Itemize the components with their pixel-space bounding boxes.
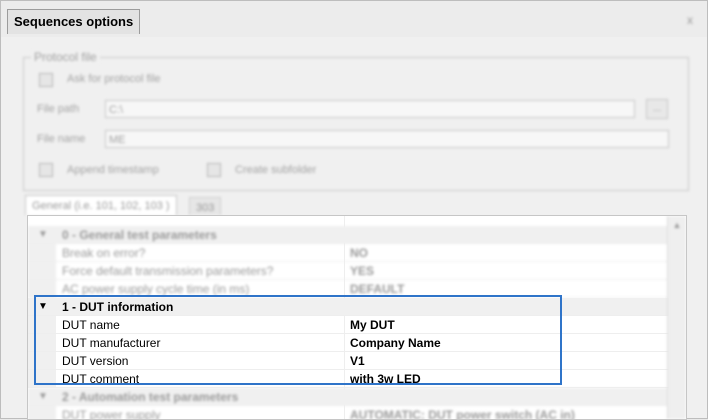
title-bar: Sequences options x [1, 1, 707, 37]
sequences-options-window: Sequences options x Protocol file Ask fo… [0, 0, 708, 420]
row-gutter [28, 316, 56, 333]
tab-303[interactable]: 303 [189, 197, 222, 215]
property-name: DUT power supply [62, 408, 161, 420]
create-subfolder-checkbox[interactable] [207, 163, 221, 177]
property-value[interactable]: AUTOMATIC: DUT power switch (AC in) [350, 406, 575, 419]
row-gutter [28, 406, 56, 419]
file-name-label: File name [37, 133, 86, 145]
property-row-dut-version[interactable]: DUT version V1 [28, 352, 669, 370]
file-path-label: File path [37, 103, 80, 115]
property-name: DUT version [62, 354, 129, 368]
vertical-scrollbar[interactable]: ▲ [667, 216, 686, 419]
scroll-up-arrow-icon[interactable]: ▲ [668, 218, 686, 232]
file-name-input[interactable]: ME [105, 130, 669, 148]
property-name: DUT manufacturer [62, 336, 161, 350]
file-path-input[interactable]: C:\ [105, 100, 635, 118]
property-row-dut-comment[interactable]: DUT comment with 3w LED [28, 370, 669, 388]
append-timestamp-label: Append timestamp [67, 164, 159, 176]
property-value[interactable]: YES [350, 262, 374, 280]
property-name: DUT comment [62, 372, 140, 386]
category-row-automation-test-parameters[interactable]: ▼ 2 - Automation test parameters [28, 388, 669, 406]
row-gutter [28, 370, 56, 387]
property-row[interactable]: Break on error? NO [28, 244, 669, 262]
row-gutter [28, 280, 56, 297]
chevron-down-icon[interactable]: ▼ [38, 298, 48, 316]
property-value[interactable]: DEFAULT [350, 280, 404, 298]
property-row[interactable]: Force default transmission parameters? Y… [28, 262, 669, 280]
property-row-dut-name[interactable]: DUT name My DUT [28, 316, 669, 334]
property-grid: ▼ 0 - General test parameters Break on e… [27, 215, 687, 420]
category-row-general-test-parameters[interactable]: ▼ 0 - General test parameters [28, 226, 669, 244]
row-gutter [28, 352, 56, 369]
ask-protocol-file-label: Ask for protocol file [67, 73, 161, 85]
property-row-dut-manufacturer[interactable]: DUT manufacturer Company Name [28, 334, 669, 352]
property-name: AC power supply cycle time (in ms) [62, 282, 250, 296]
create-subfolder-label: Create subfolder [235, 164, 317, 176]
ask-protocol-file-checkbox[interactable] [39, 73, 53, 87]
property-name: DUT name [62, 318, 120, 332]
property-value[interactable]: My DUT [350, 316, 395, 334]
property-name: Break on error? [62, 246, 146, 260]
protocol-file-legend: Protocol file [31, 50, 100, 64]
tab-general[interactable]: General (i.e. 101, 102, 103 ) [25, 195, 177, 215]
category-label: 1 - DUT information [62, 300, 174, 314]
chevron-down-icon[interactable]: ▼ [38, 388, 48, 406]
browse-button[interactable]: ... [646, 99, 668, 119]
category-label: 0 - General test parameters [62, 228, 217, 242]
property-row[interactable]: AC power supply cycle time (in ms) DEFAU… [28, 280, 669, 298]
property-value[interactable]: Company Name [350, 334, 441, 352]
property-row[interactable]: DUT power supply AUTOMATIC: DUT power sw… [28, 406, 669, 420]
chevron-down-icon[interactable]: ▼ [38, 226, 48, 244]
property-value[interactable]: with 3w LED [350, 370, 421, 388]
property-value[interactable]: V1 [350, 352, 365, 370]
close-icon[interactable]: x [683, 13, 697, 27]
row-gutter [28, 334, 56, 351]
row-gutter [28, 244, 56, 261]
row-gutter [28, 262, 56, 279]
property-value[interactable]: NO [350, 244, 368, 262]
category-label: 2 - Automation test parameters [62, 390, 239, 404]
append-timestamp-checkbox[interactable] [39, 163, 53, 177]
property-name: Force default transmission parameters? [62, 264, 274, 278]
category-row-dut-information[interactable]: ▼ 1 - DUT information [28, 298, 669, 316]
window-title: Sequences options [7, 9, 141, 34]
